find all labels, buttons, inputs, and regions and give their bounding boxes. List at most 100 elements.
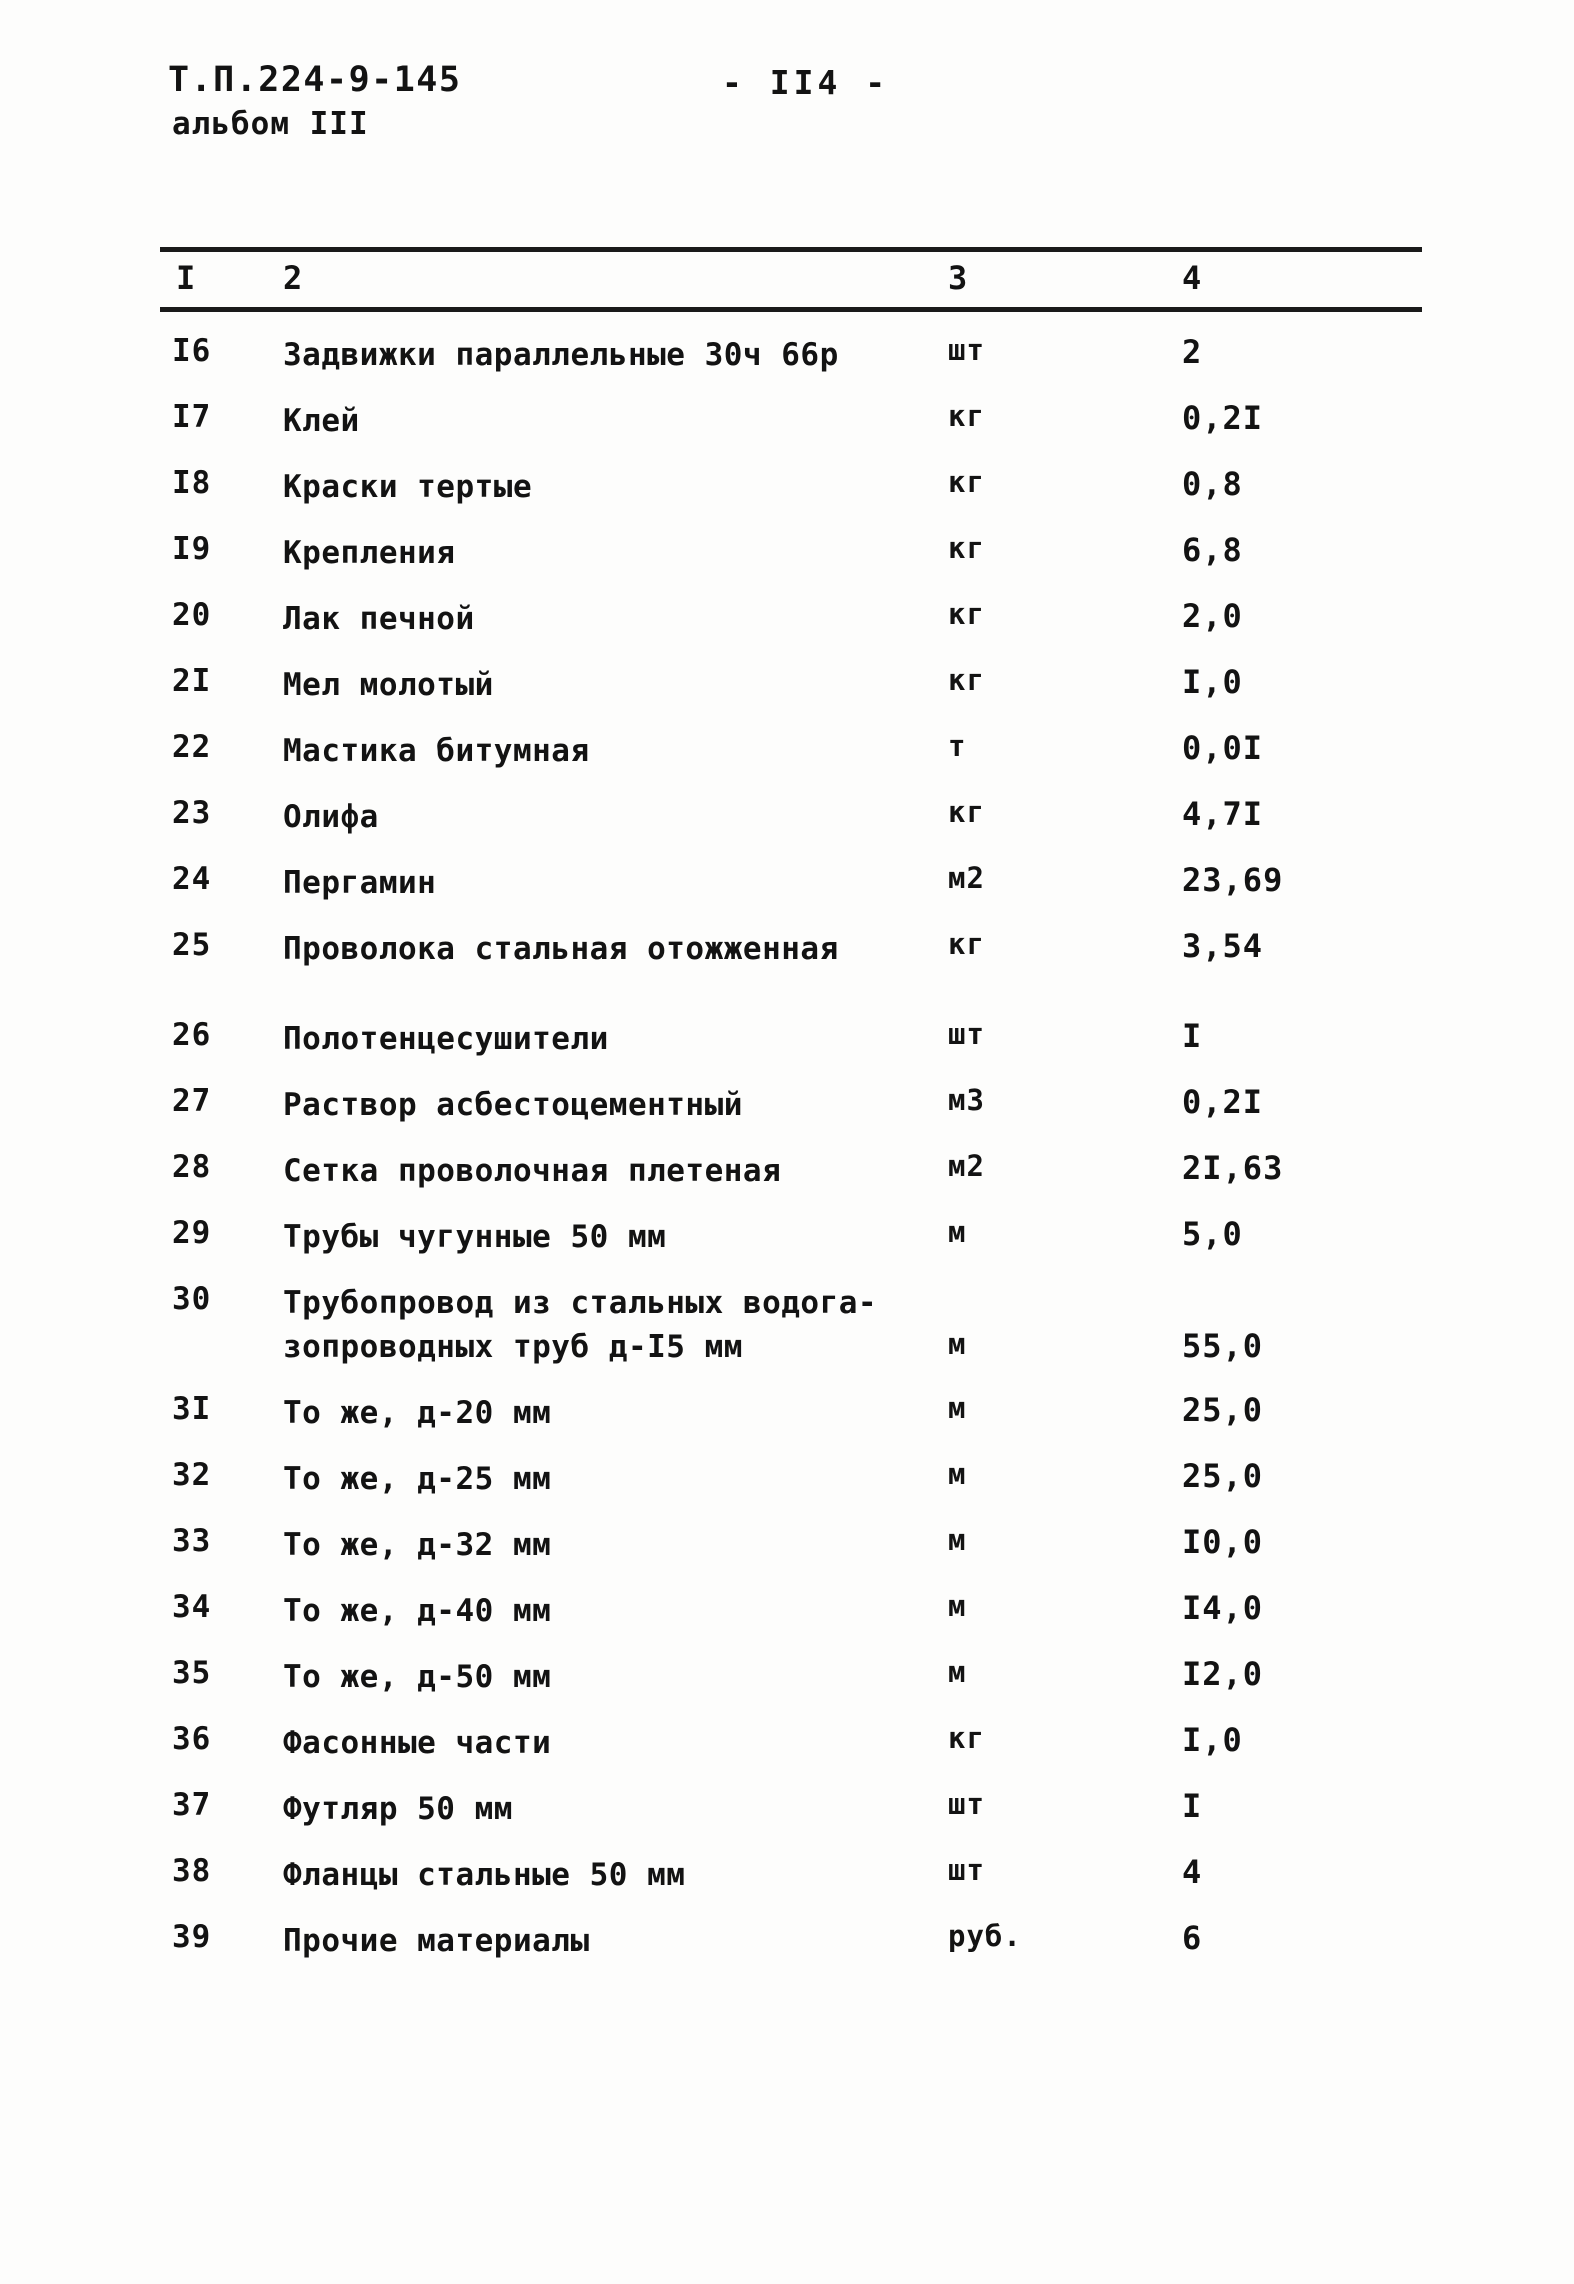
row-quantity: 5,0 <box>1182 1215 1243 1253</box>
column-header-1: I <box>176 259 197 297</box>
row-unit: шт <box>948 1017 985 1051</box>
table-row: 23 Олифа кг 4,7I <box>0 795 1574 861</box>
row-number: 3I <box>172 1391 212 1427</box>
row-number: 33 <box>172 1523 212 1559</box>
row-material: Трубопровод из стальных водога- зопровод… <box>283 1285 878 1365</box>
row-quantity: 55,0 <box>1182 1327 1264 1365</box>
row-material: Пергамин <box>283 865 437 901</box>
row-number: 23 <box>172 795 212 831</box>
row-material: Мастика битумная <box>283 733 590 769</box>
row-quantity: I <box>1182 1017 1203 1055</box>
row-unit: руб. <box>948 1919 1022 1953</box>
table-row: 32 То же, д-25 мм м 25,0 <box>0 1457 1574 1523</box>
row-material: Трубы чугунные 50 мм <box>283 1219 667 1255</box>
row-number: I6 <box>172 333 212 369</box>
document-code: Т.П.224-9-145 <box>168 60 462 100</box>
row-unit: кг <box>948 465 985 499</box>
table-row: 24 Пергамин м2 23,69 <box>0 861 1574 927</box>
table-row: I7 Клей кг 0,2I <box>0 399 1574 465</box>
row-unit: т <box>948 729 967 763</box>
row-quantity: 0,2I <box>1182 1083 1264 1121</box>
row-number: I8 <box>172 465 212 501</box>
row-material: Клей <box>283 403 360 439</box>
row-quantity: 23,69 <box>1182 861 1284 899</box>
row-number: 34 <box>172 1589 212 1625</box>
table-row: 39 Прочие материалы руб. 6 <box>0 1919 1574 1985</box>
table-top-rule <box>160 247 1422 252</box>
table-row: 28 Сетка проволочная плетеная м2 2I,63 <box>0 1149 1574 1215</box>
row-quantity: 6,8 <box>1182 531 1243 569</box>
row-material: То же, д-20 мм <box>283 1395 552 1431</box>
row-number: 30 <box>172 1281 212 1317</box>
table-row: 33 То же, д-32 мм м I0,0 <box>0 1523 1574 1589</box>
table-header-rule <box>160 307 1422 312</box>
table-row: I8 Краски тертые кг 0,8 <box>0 465 1574 531</box>
row-material: То же, д-50 мм <box>283 1659 552 1695</box>
row-number: 29 <box>172 1215 212 1251</box>
row-number: 2I <box>172 663 212 699</box>
row-unit: шт <box>948 1787 985 1821</box>
row-number: 38 <box>172 1853 212 1889</box>
materials-table: I6 Задвижки параллельные 30ч 66р шт 2 I7 Клей… <box>0 333 1574 1985</box>
row-unit: м <box>948 1457 967 1491</box>
table-row: 26 Полотенцесушители шт I <box>0 1017 1574 1083</box>
row-material: Лак печной <box>283 601 475 637</box>
row-number: 27 <box>172 1083 212 1119</box>
row-material: Футляр 50 мм <box>283 1791 513 1827</box>
row-unit: кг <box>948 663 985 697</box>
row-number: 32 <box>172 1457 212 1493</box>
table-row: 38 Фланцы стальные 50 мм шт 4 <box>0 1853 1574 1919</box>
row-unit: кг <box>948 1721 985 1755</box>
row-quantity: 25,0 <box>1182 1457 1264 1495</box>
row-unit: кг <box>948 399 985 433</box>
row-quantity: I4,0 <box>1182 1589 1264 1627</box>
row-quantity: I,0 <box>1182 663 1243 701</box>
table-row: 27 Раствор асбестоцементный м3 0,2I <box>0 1083 1574 1149</box>
row-quantity: 0,2I <box>1182 399 1264 437</box>
row-unit: м <box>948 1589 967 1623</box>
document-page: Т.П.224-9-145 альбом III - II4 - I 2 3 4… <box>0 0 1574 2284</box>
row-material: Мел молотый <box>283 667 494 703</box>
row-quantity: I <box>1182 1787 1203 1825</box>
row-quantity: 2 <box>1182 333 1203 371</box>
row-material: Сетка проволочная плетеная <box>283 1153 782 1189</box>
table-row: I9 Крепления кг 6,8 <box>0 531 1574 597</box>
row-material: Проволока стальная отожженная <box>283 931 839 967</box>
row-number: 24 <box>172 861 212 897</box>
row-unit: м <box>948 1523 967 1557</box>
row-number: 36 <box>172 1721 212 1757</box>
row-unit: шт <box>948 1853 985 1887</box>
row-quantity: 6 <box>1182 1919 1203 1957</box>
row-material: Фланцы стальные 50 мм <box>283 1857 686 1893</box>
table-row: 2I Мел молотый кг I,0 <box>0 663 1574 729</box>
row-material: Полотенцесушители <box>283 1021 609 1057</box>
table-row: 3I То же, д-20 мм м 25,0 <box>0 1391 1574 1457</box>
row-quantity: 2,0 <box>1182 597 1243 635</box>
row-number: I7 <box>172 399 212 435</box>
column-header-2: 2 <box>283 259 304 297</box>
table-row: 37 Футляр 50 мм шт I <box>0 1787 1574 1853</box>
table-row: 29 Трубы чугунные 50 мм м 5,0 <box>0 1215 1574 1281</box>
row-quantity: I2,0 <box>1182 1655 1264 1693</box>
row-unit: кг <box>948 795 985 829</box>
row-number: 39 <box>172 1919 212 1955</box>
table-row: 30 Трубопровод из стальных водога- зопров… <box>0 1281 1574 1391</box>
row-material: Задвижки параллельные 30ч 66р <box>283 337 839 373</box>
row-quantity: I,0 <box>1182 1721 1243 1759</box>
row-material: Фасонные части <box>283 1725 552 1761</box>
row-quantity: I0,0 <box>1182 1523 1264 1561</box>
row-number: 20 <box>172 597 212 633</box>
row-quantity: 0,8 <box>1182 465 1243 503</box>
row-unit: м2 <box>948 861 985 895</box>
table-row: 20 Лак печной кг 2,0 <box>0 597 1574 663</box>
row-unit: м <box>948 1655 967 1689</box>
row-unit: м <box>948 1327 967 1361</box>
page-number: - II4 - <box>722 63 890 102</box>
album-label: альбом III <box>172 106 369 142</box>
row-number: 37 <box>172 1787 212 1823</box>
row-material: То же, д-25 мм <box>283 1461 552 1497</box>
row-material: Краски тертые <box>283 469 533 505</box>
row-material: Крепления <box>283 535 456 571</box>
row-number: 26 <box>172 1017 212 1053</box>
row-material: То же, д-40 мм <box>283 1593 552 1629</box>
